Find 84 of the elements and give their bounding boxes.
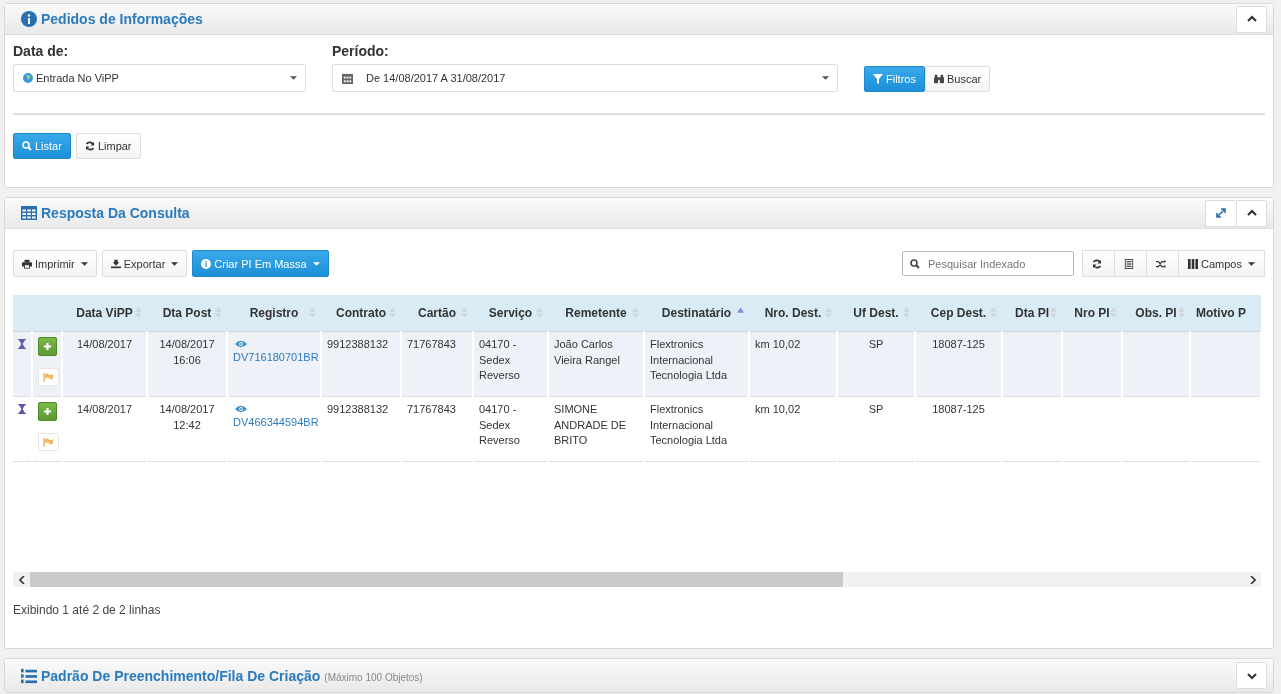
pagination-info: Exibindo 1 até 2 de 2 linhas — [13, 603, 162, 617]
refresh-button[interactable] — [1082, 250, 1116, 277]
download-icon — [110, 258, 121, 269]
hourglass-icon — [18, 339, 26, 349]
printer-icon — [22, 258, 32, 269]
columns-icon — [1188, 258, 1199, 269]
scroll-left-icon[interactable] — [18, 575, 25, 584]
column-header[interactable]: Cartão — [418, 306, 456, 320]
panel-title: Padrão De Preenchimento/Fila De Criação — [41, 667, 321, 684]
expand-icon — [1216, 208, 1226, 218]
field-label: Período: — [332, 43, 390, 59]
shuffle-icon — [1156, 258, 1167, 269]
table-cell: 14/08/2017 12:42 — [159, 403, 215, 431]
clear-button[interactable]: Limpar — [75, 133, 141, 159]
panel-title: Pedidos de Informações — [41, 11, 203, 27]
table-cell: Flextronics Internacional Tecnologia Ltda — [650, 338, 728, 381]
refresh-icon — [1092, 258, 1103, 269]
add-button[interactable] — [38, 337, 57, 356]
field-label: Data de: — [13, 43, 70, 59]
table-cell: 71767843 — [407, 403, 456, 415]
caret-icon — [80, 261, 88, 266]
info-icon — [201, 258, 212, 269]
table-cell: Flextronics Internacional Tecnologia Ltda — [650, 403, 728, 446]
date-type-dropdown[interactable]: Entrada No ViPP — [13, 64, 306, 92]
export-button[interactable]: Exportar — [101, 250, 188, 277]
caret-icon — [312, 261, 320, 266]
chevron-down-icon — [1246, 670, 1257, 681]
scroll-right-icon[interactable] — [1249, 575, 1256, 584]
list-icon — [1124, 258, 1135, 269]
refresh-icon — [84, 141, 95, 151]
eye-icon[interactable] — [235, 405, 247, 413]
table-cell: SIMONE ANDRADE DE BRITO — [554, 403, 627, 446]
panel-note: (Máximo 100 Objetos) — [324, 671, 423, 683]
list-view-button[interactable] — [1115, 250, 1148, 277]
collapse-button[interactable] — [1236, 5, 1267, 33]
chevron-up-icon — [1246, 208, 1257, 218]
table-cell: km 10,02 — [755, 338, 801, 350]
binoculars-icon — [933, 74, 944, 84]
table-cell: 04170 - Sedex Reverso — [479, 403, 520, 446]
table-cell: km 10,02 — [755, 403, 801, 415]
funnel-icon — [873, 74, 883, 84]
print-button[interactable]: Imprimir — [13, 250, 97, 277]
search-icon — [910, 259, 921, 269]
table-cell: 04170 - Sedex Reverso — [479, 338, 520, 381]
info-icon — [21, 11, 37, 27]
caret-icon — [1248, 261, 1255, 266]
table-cell: 18087-125 — [932, 338, 985, 350]
caret-icon — [290, 76, 297, 80]
collapse-button[interactable] — [1236, 199, 1267, 227]
panel-title: Resposta Da Consulta — [41, 205, 190, 221]
eye-icon[interactable] — [235, 340, 247, 348]
columns-button[interactable]: Campos — [1179, 250, 1265, 277]
expand-button[interactable] — [1236, 662, 1267, 689]
period-dropdown[interactable]: De 14/08/2017 A 31/08/2017 — [332, 64, 838, 92]
calendar-icon — [342, 72, 353, 84]
tracking-link[interactable]: DV716180701BR — [233, 351, 319, 363]
table-cell: 14/08/2017 — [76, 403, 133, 415]
hourglass-icon — [18, 404, 26, 414]
caret-icon — [171, 261, 179, 266]
table-cell: 18087-125 — [932, 403, 985, 415]
table-icon — [21, 205, 37, 221]
flag-icon — [43, 437, 54, 447]
numbered-list-icon — [21, 667, 37, 684]
table-cell: 14/08/2017 16:06 — [159, 338, 215, 366]
table-cell: SP — [868, 403, 884, 415]
table-cell: 14/08/2017 — [76, 338, 133, 350]
plus-icon — [43, 407, 52, 416]
search-icon — [22, 141, 32, 151]
globe-icon — [23, 73, 33, 83]
tracking-link[interactable]: DV466344594BR — [233, 416, 319, 428]
table-cell: SP — [868, 338, 884, 350]
table-cell: 9912388132 — [327, 338, 389, 350]
add-button[interactable] — [38, 402, 57, 421]
horizontal-scrollbar[interactable] — [13, 572, 1261, 587]
search-mode-button[interactable]: Buscar — [924, 66, 991, 92]
table-cell: 9912388132 — [327, 403, 389, 415]
caret-icon — [822, 76, 829, 80]
table-cell: 71767843 — [407, 338, 456, 350]
search-field[interactable]: Pesquisar Indexado — [902, 251, 1075, 276]
shuffle-button[interactable] — [1147, 250, 1180, 277]
flag-icon — [43, 372, 54, 382]
chevron-up-icon — [1246, 14, 1257, 24]
plus-icon — [43, 342, 52, 351]
table-cell: João Carlos Vieira Rangel — [554, 338, 620, 366]
